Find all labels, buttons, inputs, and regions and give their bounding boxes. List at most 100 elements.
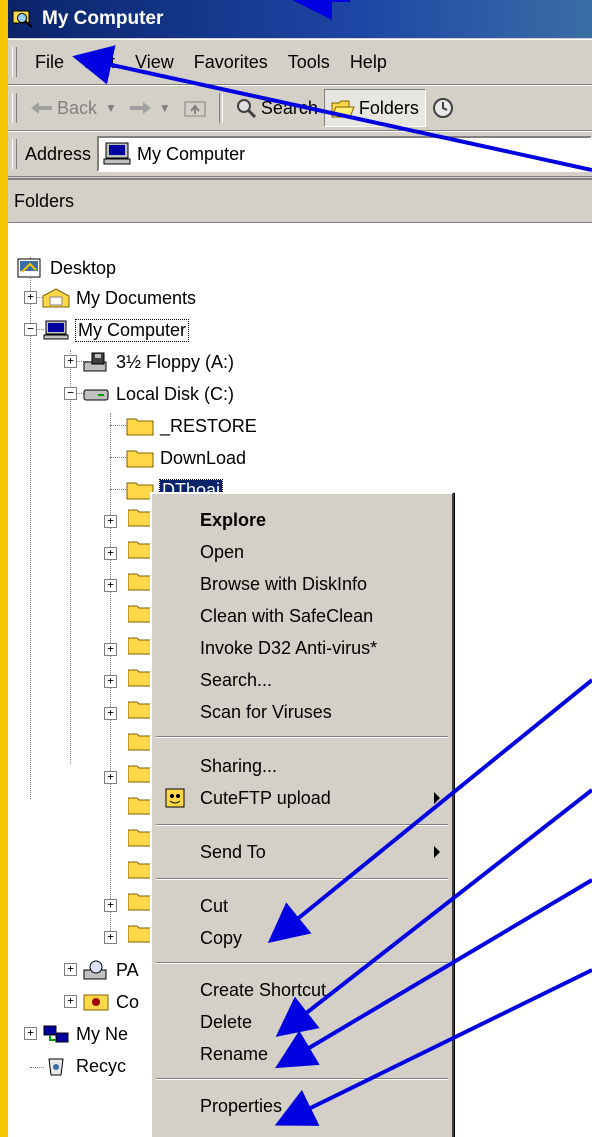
menu-item-label: Scan for Viruses bbox=[200, 701, 332, 722]
folders-button[interactable]: Folders bbox=[323, 89, 426, 127]
back-button[interactable]: Back ▼ bbox=[25, 90, 123, 126]
menu-file[interactable]: File bbox=[25, 52, 74, 73]
tree-label: PA bbox=[116, 959, 139, 980]
tree-item-control-panel[interactable]: Co bbox=[82, 987, 139, 1017]
expand-icon[interactable]: + bbox=[24, 291, 37, 304]
computer-icon bbox=[103, 142, 131, 165]
expand-icon[interactable]: + bbox=[64, 355, 77, 368]
address-input[interactable]: My Computer bbox=[97, 136, 592, 172]
menu-item-cut[interactable]: Cut bbox=[152, 890, 452, 922]
menu-item-clean-safeclean[interactable]: Clean with SafeClean bbox=[152, 600, 452, 632]
tree-label: Local Disk (C:) bbox=[116, 383, 235, 404]
menu-view[interactable]: View bbox=[125, 52, 184, 73]
back-arrow-icon bbox=[31, 102, 52, 114]
menu-item-send-to[interactable]: Send To bbox=[152, 836, 452, 868]
tree-item-my-network[interactable]: My Ne bbox=[42, 1019, 128, 1049]
folder-icon bbox=[126, 418, 154, 436]
collapse-icon[interactable]: − bbox=[24, 323, 37, 336]
expand-icon[interactable]: + bbox=[104, 771, 117, 784]
tree-item-recycle-bin[interactable]: Recyc bbox=[42, 1051, 126, 1081]
menu-item-label: Sharing... bbox=[200, 755, 278, 776]
menu-item-explore[interactable]: Explore bbox=[152, 504, 452, 536]
menu-item-label: Clean with SafeClean bbox=[200, 605, 374, 626]
addressbar-grip[interactable] bbox=[12, 139, 17, 169]
expand-icon[interactable]: + bbox=[104, 707, 117, 720]
my-documents-icon bbox=[42, 288, 70, 308]
cuteftp-icon bbox=[165, 788, 185, 808]
cd-drive-icon bbox=[83, 960, 107, 980]
menu-tools[interactable]: Tools bbox=[278, 52, 340, 73]
desktop-icon bbox=[17, 258, 41, 278]
standard-toolbar: Back ▼ ▼ Search Folders bbox=[8, 85, 592, 131]
expand-icon[interactable]: + bbox=[64, 995, 77, 1008]
tree-item-pa[interactable]: PA bbox=[82, 955, 139, 985]
menu-item-label: Browse with DiskInfo bbox=[200, 573, 368, 594]
tree-line bbox=[70, 350, 71, 764]
tree-item-floppy[interactable]: 3½ Floppy (A:) bbox=[82, 347, 234, 377]
explorer-window: My Computer File Edit View Favorites Too… bbox=[8, 0, 592, 1137]
address-label: Address bbox=[25, 143, 92, 164]
menu-item-rename[interactable]: Rename bbox=[152, 1038, 452, 1070]
menu-separator bbox=[156, 824, 448, 826]
menu-item-open[interactable]: Open bbox=[152, 536, 452, 568]
floppy-drive-icon bbox=[83, 352, 107, 372]
menu-item-cuteftp-upload[interactable]: CuteFTP upload bbox=[152, 782, 452, 814]
tree-label: Recyc bbox=[76, 1055, 127, 1076]
up-folder-button[interactable] bbox=[177, 90, 213, 126]
menu-item-scan-viruses[interactable]: Scan for Viruses bbox=[152, 696, 452, 728]
menu-item-delete[interactable]: Delete bbox=[152, 1006, 452, 1038]
forward-button[interactable]: ▼ bbox=[123, 90, 177, 126]
menu-item-copy[interactable]: Copy bbox=[152, 922, 452, 954]
expand-icon[interactable]: + bbox=[104, 899, 117, 912]
expand-icon[interactable]: + bbox=[104, 515, 117, 528]
menu-item-browse-diskinfo[interactable]: Browse with DiskInfo bbox=[152, 568, 452, 600]
tree-item-download[interactable]: DownLoad bbox=[126, 443, 246, 473]
history-button[interactable] bbox=[426, 90, 460, 126]
folder-icon bbox=[126, 450, 154, 468]
tree-item-restore[interactable]: _RESTORE bbox=[126, 411, 257, 441]
forward-arrow-icon bbox=[129, 102, 151, 114]
expand-icon[interactable]: + bbox=[104, 931, 117, 944]
menu-item-label: Create Shortcut bbox=[200, 979, 327, 1000]
expand-icon[interactable]: + bbox=[104, 643, 117, 656]
tree-item-my-computer[interactable]: My Computer bbox=[42, 315, 190, 345]
expand-icon[interactable]: + bbox=[24, 1027, 37, 1040]
toolbar-grip[interactable] bbox=[12, 93, 17, 123]
folders-label: Folders bbox=[358, 97, 419, 118]
menu-item-properties[interactable]: Properties bbox=[152, 1090, 452, 1122]
tree-item-desktop[interactable]: Desktop bbox=[16, 253, 116, 283]
menu-item-invoke-antivirus[interactable]: Invoke D32 Anti-virus* bbox=[152, 632, 452, 664]
tree-label: 3½ Floppy (A:) bbox=[116, 351, 235, 372]
expand-icon[interactable]: + bbox=[104, 675, 117, 688]
tree-label: Desktop bbox=[50, 257, 117, 278]
tree-item-local-disk[interactable]: Local Disk (C:) bbox=[82, 379, 234, 409]
address-bar: Address My Computer bbox=[8, 131, 592, 177]
submenu-arrow-icon bbox=[434, 792, 440, 804]
expand-icon[interactable]: + bbox=[104, 547, 117, 560]
tree-item-my-documents[interactable]: My Documents bbox=[42, 283, 196, 313]
tree-line bbox=[30, 257, 31, 799]
tree-line bbox=[110, 413, 111, 931]
menu-edit[interactable]: Edit bbox=[74, 52, 125, 73]
menu-bar: File Edit View Favorites Tools Help bbox=[8, 39, 592, 85]
folders-icon bbox=[331, 100, 355, 118]
title-bar[interactable]: My Computer bbox=[8, 0, 592, 38]
menu-item-label: Rename bbox=[200, 1043, 269, 1064]
recycle-bin-icon bbox=[48, 1058, 64, 1076]
search-button[interactable]: Search bbox=[229, 90, 324, 126]
back-label: Back bbox=[57, 97, 98, 118]
menu-favorites[interactable]: Favorites bbox=[184, 52, 278, 73]
tree-label: My Documents bbox=[76, 287, 197, 308]
back-dropdown-icon[interactable]: ▼ bbox=[105, 101, 117, 115]
expand-icon[interactable]: + bbox=[64, 963, 77, 976]
forward-dropdown-icon[interactable]: ▼ bbox=[159, 101, 171, 115]
menu-item-sharing[interactable]: Sharing... bbox=[152, 750, 452, 782]
menu-item-create-shortcut[interactable]: Create Shortcut bbox=[152, 974, 452, 1006]
expand-icon[interactable]: + bbox=[104, 579, 117, 592]
menu-help[interactable]: Help bbox=[340, 52, 397, 73]
menu-item-label: Invoke D32 Anti-virus* bbox=[200, 637, 378, 658]
collapse-icon[interactable]: − bbox=[64, 387, 77, 400]
menubar-grip[interactable] bbox=[12, 47, 17, 77]
menu-item-search[interactable]: Search... bbox=[152, 664, 452, 696]
window-title: My Computer bbox=[42, 8, 164, 29]
